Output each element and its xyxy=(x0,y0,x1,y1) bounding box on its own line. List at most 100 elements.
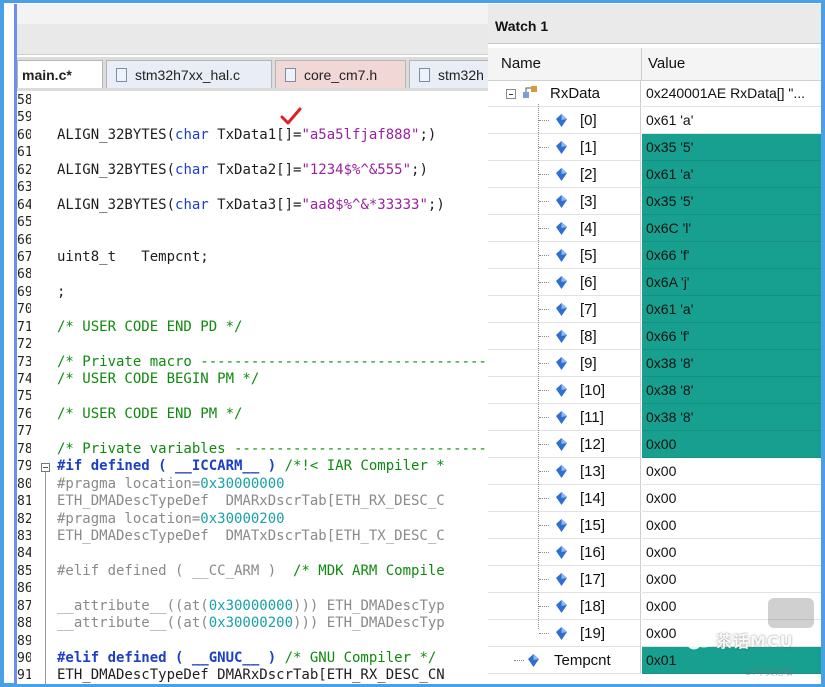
code-line[interactable] xyxy=(57,580,491,597)
tab-stm32h[interactable]: stm32h xyxy=(409,60,491,88)
name-cell: [3] xyxy=(488,188,641,215)
code-line[interactable]: uint8_t Tempcnt; xyxy=(57,249,491,266)
value-cell[interactable]: 0x00 xyxy=(642,539,821,566)
variable-name: RxData xyxy=(550,85,601,102)
variable-icon xyxy=(556,384,567,397)
code-line[interactable]: #elif defined ( __CC_ARM ) /* MDK ARM Co… xyxy=(57,563,491,580)
code-line[interactable]: ALIGN_32BYTES(char TxData1[]="a5a5lfjaf8… xyxy=(57,127,491,144)
code-line[interactable]: #pragma location=0x30000000 xyxy=(57,476,491,493)
value-cell[interactable]: 0x6A 'j' xyxy=(642,269,821,296)
tree-connector xyxy=(539,363,549,364)
value-cell[interactable]: 0x6C 'l' xyxy=(642,215,821,242)
watch-window[interactable]: Watch 1 Name Value RxData 0x240001AE RxD… xyxy=(488,4,821,684)
column-header-name[interactable]: Name xyxy=(501,48,541,80)
collapse-icon[interactable] xyxy=(506,89,516,99)
tab-label: core_cm7.h xyxy=(304,66,378,83)
tab-core-cm7-h[interactable]: core_cm7.h xyxy=(275,60,406,88)
line-number: 79 xyxy=(17,459,31,475)
code-token: ALIGN_32BYTES( xyxy=(57,161,176,178)
code-line[interactable]: ALIGN_32BYTES(char TxData3[]="aa8$%^&*33… xyxy=(57,197,491,214)
code-line[interactable] xyxy=(57,232,491,249)
watch-row-rxdata[interactable]: RxData 0x240001AE RxData[] "... xyxy=(488,80,821,107)
code-line[interactable]: /* Private variables -------------------… xyxy=(57,441,491,458)
line-number: 75 xyxy=(17,389,31,405)
code-line[interactable]: ETH_DMADescTypeDef DMARxDscrTab[ETH_RX_D… xyxy=(57,667,491,684)
variable-icon xyxy=(556,114,567,127)
line-number: 60 xyxy=(17,127,31,143)
code-line[interactable] xyxy=(57,423,491,440)
tab-main-c[interactable]: main.c* xyxy=(17,60,103,88)
variable-name: Tempcnt xyxy=(554,652,611,669)
value-cell[interactable]: 0x240001AE RxData[] "... xyxy=(642,80,821,107)
editor-tab-bar: main.c* stm32h7xx_hal.c core_cm7.h stm32… xyxy=(17,57,491,91)
column-header-value[interactable]: Value xyxy=(648,48,685,80)
code-line[interactable]: #elif defined ( __GNUC__ ) /* GNU Compil… xyxy=(57,650,491,667)
code-line[interactable]: /* USER CODE BEGIN PM */ xyxy=(57,371,491,388)
value-cell[interactable]: 0x61 'a' xyxy=(642,107,821,134)
variable-icon xyxy=(556,546,567,559)
line-number: 76 xyxy=(17,406,31,422)
code-line[interactable]: ETH_DMADescTypeDef DMARxDscrTab[ETH_RX_D… xyxy=(57,493,491,510)
value-cell[interactable]: 0x61 'a' xyxy=(642,296,821,323)
code-token: #pragma location= xyxy=(57,510,201,527)
value-cell[interactable]: 0x00 xyxy=(642,512,821,539)
variable-icon xyxy=(556,411,567,424)
column-separator[interactable] xyxy=(641,48,642,80)
value-cell[interactable]: 0x00 xyxy=(642,566,821,593)
line-number: 70 xyxy=(17,302,31,318)
code-line[interactable] xyxy=(57,109,491,126)
code-editor[interactable]: main.c* stm32h7xx_hal.c core_cm7.h stm32… xyxy=(14,4,491,684)
value-cell[interactable]: 0x38 '8' xyxy=(642,350,821,377)
code-line[interactable] xyxy=(57,144,491,161)
code-line[interactable]: #if defined ( __ICCARM__ ) /*!< IAR Comp… xyxy=(57,458,491,475)
line-number: 85 xyxy=(17,563,31,579)
value-cell[interactable]: 0x00 xyxy=(642,431,821,458)
name-cell: [1] xyxy=(488,134,641,161)
code-line[interactable]: ; xyxy=(57,284,491,301)
code-line[interactable]: /* USER CODE END PD */ xyxy=(57,319,491,336)
tab-stm32h7xx-hal-c[interactable]: stm32h7xx_hal.c xyxy=(106,60,272,88)
value-cell[interactable]: 0x35 '5' xyxy=(642,188,821,215)
code-line[interactable] xyxy=(57,336,491,353)
code-line[interactable]: __attribute__((at(0x30000200))) ETH_DMAD… xyxy=(57,615,491,632)
code-line[interactable] xyxy=(57,633,491,650)
tree-connector xyxy=(539,255,549,256)
variable-name: [4] xyxy=(580,220,597,237)
code-line[interactable]: ALIGN_32BYTES(char TxData2[]="1234$%^&55… xyxy=(57,162,491,179)
value-cell[interactable]: 0x61 'a' xyxy=(642,161,821,188)
value-cell[interactable]: 0x38 '8' xyxy=(642,377,821,404)
code-line[interactable] xyxy=(57,266,491,283)
code-lines[interactable]: ALIGN_32BYTES(char TxData1[]="a5a5lfjaf8… xyxy=(57,92,491,684)
value-cell[interactable]: 0x00 xyxy=(642,485,821,512)
value-cell[interactable]: 0x00 xyxy=(642,458,821,485)
line-number: 59 xyxy=(17,110,31,126)
code-line[interactable] xyxy=(57,179,491,196)
code-line[interactable] xyxy=(57,545,491,562)
code-line[interactable]: /* Private macro -----------------------… xyxy=(57,354,491,371)
line-number: 73 xyxy=(17,354,31,370)
code-line[interactable] xyxy=(57,301,491,318)
variable-name: [19] xyxy=(580,625,606,642)
tree-connector xyxy=(539,282,549,283)
name-cell: [0] xyxy=(488,107,641,134)
name-cell: [5] xyxy=(488,242,641,269)
value-cell[interactable]: 0x66 'f' xyxy=(642,323,821,350)
value-cell[interactable]: 0x66 'f' xyxy=(642,242,821,269)
code-line[interactable] xyxy=(57,92,491,109)
code-line[interactable]: #pragma location=0x30000200 xyxy=(57,511,491,528)
variable-name: [12] xyxy=(580,436,606,453)
line-number: 86 xyxy=(17,581,31,597)
line-number: 88 xyxy=(17,616,31,632)
code-line[interactable] xyxy=(57,214,491,231)
tree-connector xyxy=(539,552,549,553)
variable-icon xyxy=(556,330,567,343)
code-line[interactable]: ETH_DMADescTypeDef DMATxDscrTab[ETH_TX_D… xyxy=(57,528,491,545)
code-line[interactable] xyxy=(57,388,491,405)
code-area[interactable]: 58 5960 6162 6364 656667 6869 7071 7273 74 7576 77… xyxy=(17,92,491,684)
code-line[interactable]: __attribute__((at(0x30000000))) ETH_DMAD… xyxy=(57,598,491,615)
code-line[interactable]: /* USER CODE END PM */ xyxy=(57,406,491,423)
value-cell[interactable]: 0x35 '5' xyxy=(642,134,821,161)
fold-toggle-icon[interactable] xyxy=(41,463,50,472)
value-cell[interactable]: 0x38 '8' xyxy=(642,404,821,431)
line-number: 64 xyxy=(17,197,31,213)
